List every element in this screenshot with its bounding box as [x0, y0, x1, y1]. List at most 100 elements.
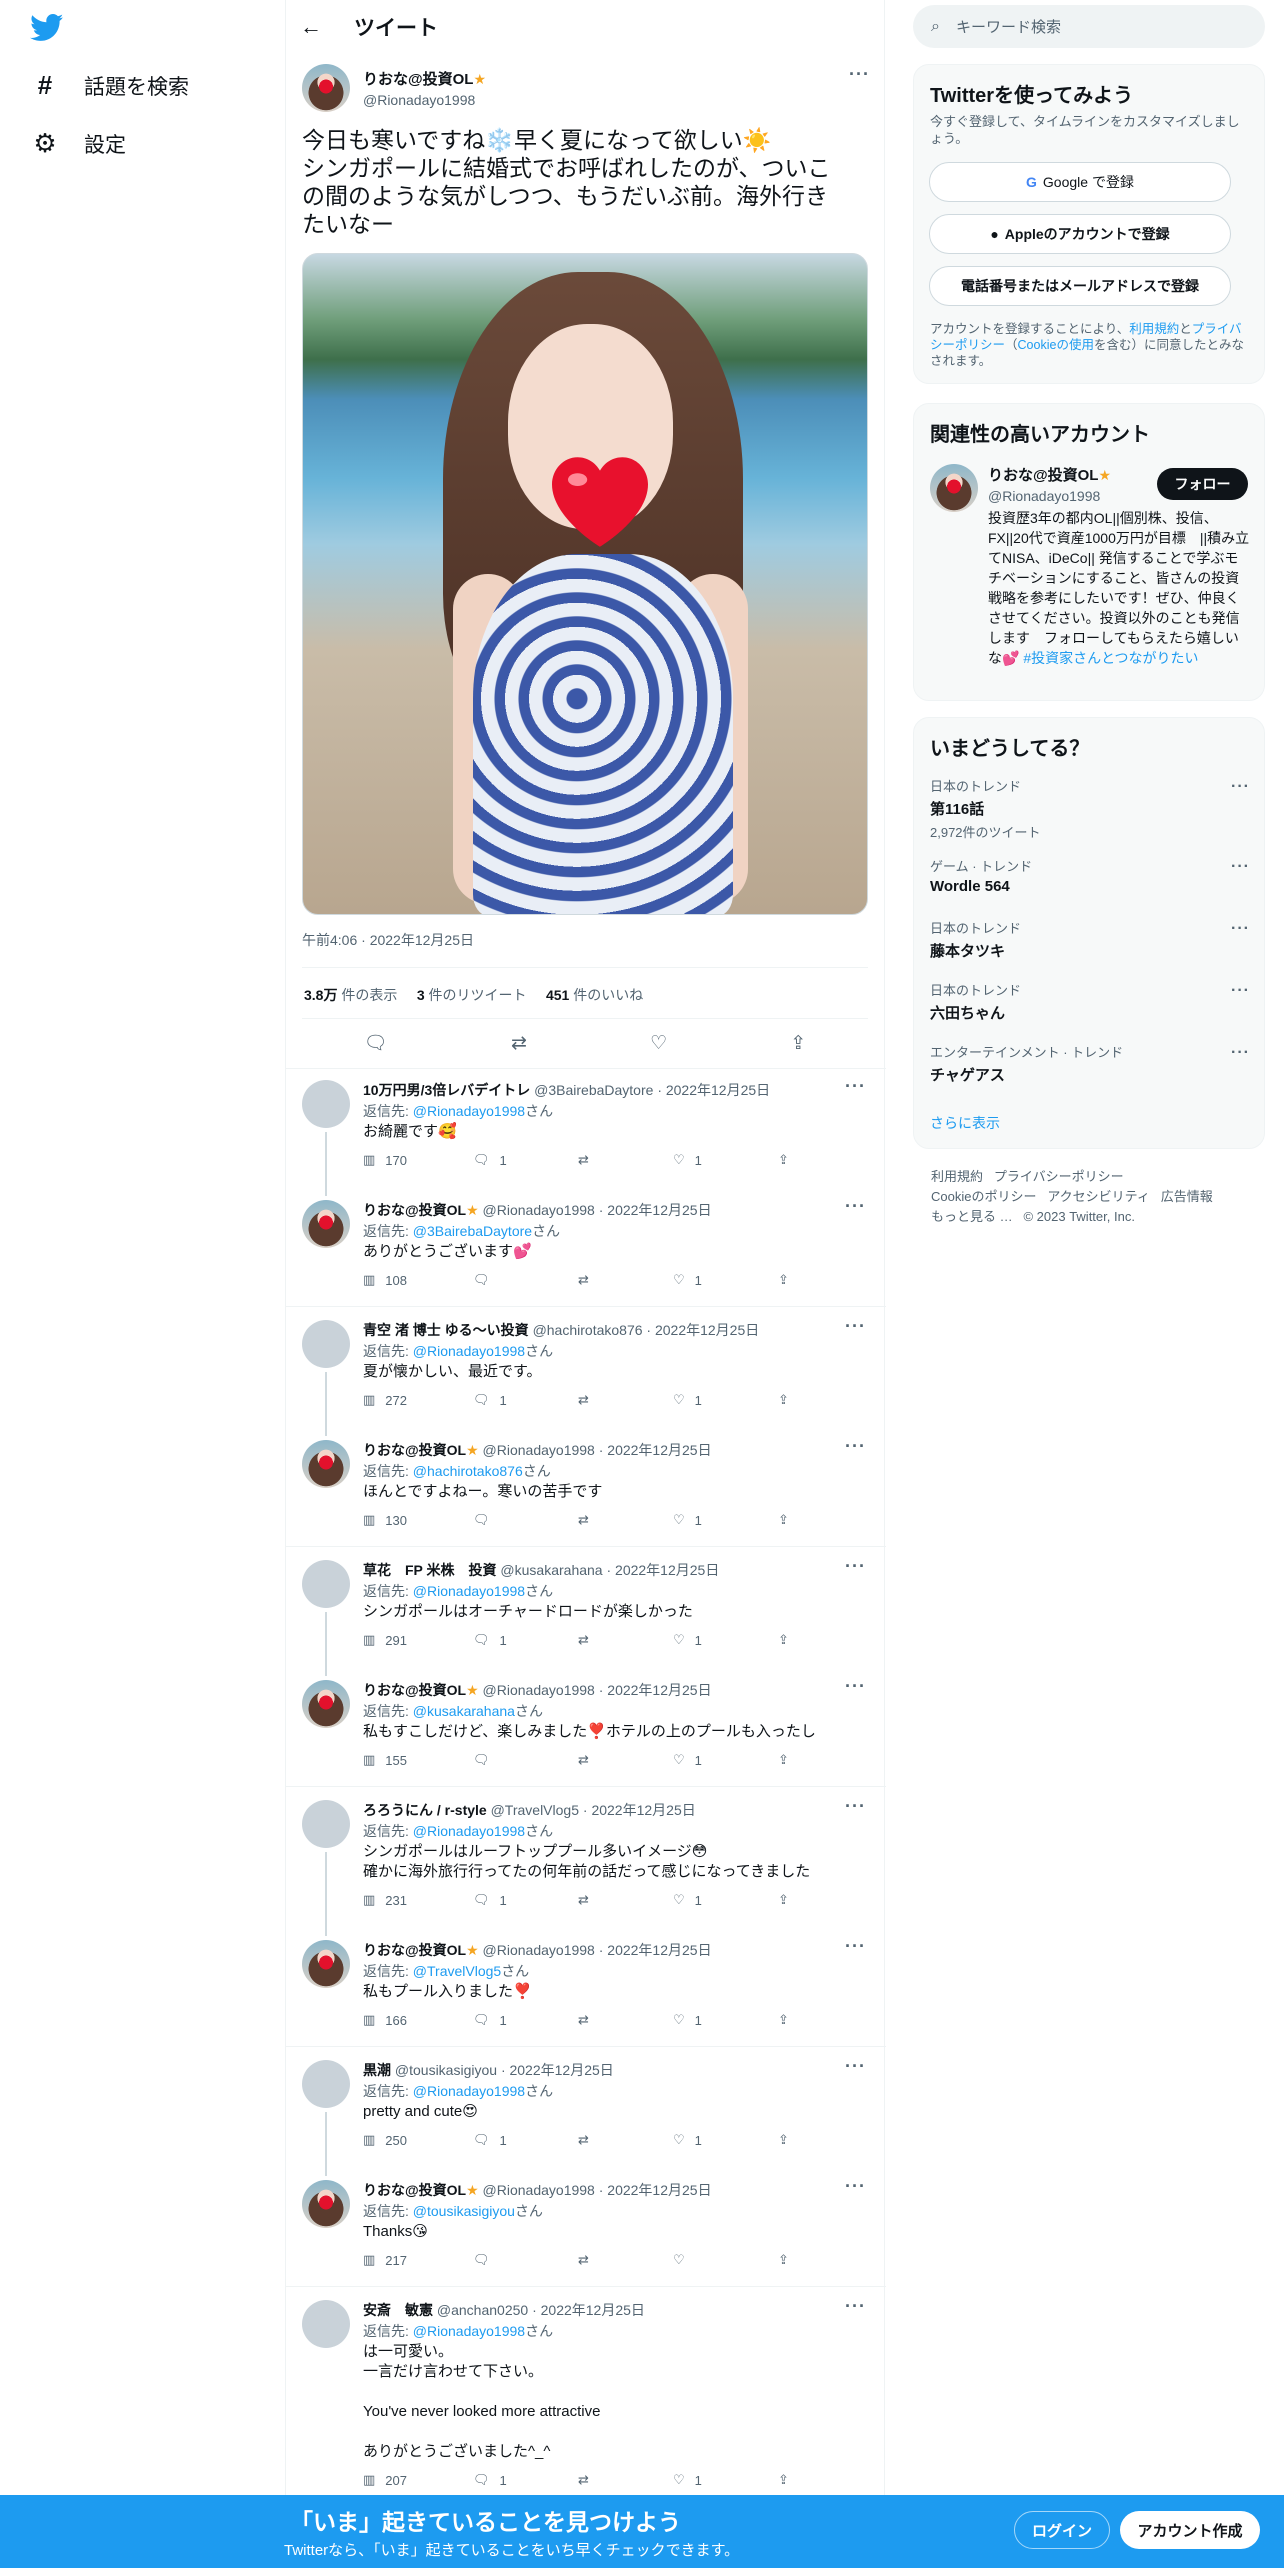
like-action[interactable]: ♡	[673, 2252, 778, 2268]
views-action[interactable]: ▥ 130	[363, 1512, 473, 1528]
footer-link[interactable]: 利用規約	[931, 1169, 983, 1184]
reply-to-link[interactable]: @hachirotako876	[413, 1463, 523, 1479]
share-action[interactable]: ⇪	[778, 1752, 789, 1768]
like-action[interactable]: ♡ 1	[673, 1392, 778, 1408]
footer-link[interactable]: 広告情報	[1161, 1189, 1213, 1204]
views-action[interactable]: ▥ 231	[363, 1892, 473, 1908]
more-options-icon[interactable]: ···	[845, 1076, 866, 1097]
reply-handle[interactable]: @3BairebaDaytore	[534, 1082, 653, 1098]
avatar[interactable]	[302, 64, 350, 112]
share-action[interactable]: ⇪	[778, 1512, 789, 1528]
avatar[interactable]	[302, 1200, 350, 1248]
views-action[interactable]: ▥ 170	[363, 1152, 473, 1168]
reply-date[interactable]: · 2022年12月25日	[606, 1562, 719, 1578]
avatar[interactable]	[302, 1320, 350, 1368]
like-action[interactable]: ♡ 1	[673, 1512, 778, 1528]
share-action[interactable]: ⇪	[778, 1392, 789, 1408]
share-action[interactable]: ⇪	[778, 1632, 789, 1648]
retweet-action[interactable]: ⇄	[578, 2132, 673, 2148]
footer-link[interactable]: Cookieのポリシー	[931, 1189, 1036, 1204]
reply-to-link[interactable]: @Rionadayo1998	[413, 2083, 525, 2099]
signup-button[interactable]: アカウント作成	[1120, 2511, 1260, 2549]
reply-date[interactable]: · 2022年12月25日	[532, 2302, 645, 2318]
footer-link[interactable]: アクセシビリティ	[1047, 1189, 1150, 1204]
footer-link[interactable]: プライバシーポリシー	[994, 1169, 1124, 1184]
more-options-icon[interactable]: ···	[845, 2296, 866, 2317]
more-options-icon[interactable]: ···	[845, 1316, 866, 1337]
retweet-count[interactable]: 3 件のリツイート	[417, 987, 527, 1003]
reply-action[interactable]: 🗨 1	[473, 2132, 578, 2148]
reply-date[interactable]: · 2022年12月25日	[501, 2062, 614, 2078]
reply-handle[interactable]: @Rionadayo1998	[483, 1682, 595, 1698]
reply-author[interactable]: 10万円男/3倍レバデイトレ	[363, 1082, 530, 1098]
more-options-icon[interactable]: ···	[1231, 858, 1250, 876]
like-action[interactable]: ♡ 1	[673, 1272, 778, 1288]
avatar[interactable]	[302, 1800, 350, 1848]
reply-action[interactable]: 🗨 1	[473, 1892, 578, 1908]
reply-date[interactable]: · 2022年12月25日	[599, 1202, 712, 1218]
more-options-icon[interactable]: ···	[845, 2056, 866, 2077]
phone-signup-button[interactable]: 電話番号またはメールアドレスで登録	[929, 266, 1231, 306]
reply-to-link[interactable]: @Rionadayo1998	[413, 1823, 525, 1839]
reply-author[interactable]: 黒潮	[363, 2062, 391, 2078]
reply-date[interactable]: · 2022年12月25日	[599, 1942, 712, 1958]
apple-signup-button[interactable]: ● Appleのアカウントで登録	[929, 214, 1231, 254]
like-action[interactable]: ♡ 1	[673, 2472, 778, 2488]
show-more-link[interactable]: さらに表示	[930, 1113, 1000, 1133]
avatar[interactable]	[302, 2060, 350, 2108]
reply-to-link[interactable]: @kusakarahana	[413, 1703, 515, 1719]
share-icon[interactable]: ⇪	[790, 1032, 806, 1055]
retweet-action[interactable]: ⇄	[578, 1392, 673, 1408]
reply-date[interactable]: · 2022年12月25日	[646, 1322, 759, 1338]
avatar[interactable]	[302, 1940, 350, 1988]
reply-author[interactable]: 青空 渚 博士 ゆる～い投資	[363, 1322, 529, 1338]
avatar[interactable]	[930, 464, 978, 512]
share-action[interactable]: ⇪	[778, 2252, 789, 2268]
search-box[interactable]: ⌕ キーワード検索	[913, 5, 1265, 48]
trend-item[interactable]: 日本のトレンド 藤本タツキ ···	[930, 918, 1250, 961]
views-action[interactable]: ▥ 108	[363, 1272, 473, 1288]
more-options-icon[interactable]: ···	[845, 1936, 866, 1957]
retweet-action[interactable]: ⇄	[578, 1512, 673, 1528]
login-button[interactable]: ログイン	[1014, 2511, 1110, 2549]
views-action[interactable]: ▥ 291	[363, 1632, 473, 1648]
footer-more-link[interactable]: もっと見る …	[931, 1209, 1013, 1224]
reply-author[interactable]: りおな@投資OL	[363, 1682, 466, 1698]
share-action[interactable]: ⇪	[778, 1892, 789, 1908]
views-count[interactable]: 3.8万 件の表示	[304, 987, 397, 1003]
share-action[interactable]: ⇪	[778, 2472, 789, 2488]
retweet-action[interactable]: ⇄	[578, 1272, 673, 1288]
retweet-icon[interactable]: ⇄	[511, 1032, 527, 1055]
avatar[interactable]	[302, 1680, 350, 1728]
reply-date[interactable]: · 2022年12月25日	[599, 1442, 712, 1458]
avatar[interactable]	[302, 1440, 350, 1488]
views-action[interactable]: ▥ 217	[363, 2252, 473, 2268]
share-action[interactable]: ⇪	[778, 2132, 789, 2148]
trend-item[interactable]: 日本のトレンド 六田ちゃん ···	[930, 980, 1250, 1023]
more-options-icon[interactable]: ···	[845, 1196, 866, 1217]
views-action[interactable]: ▥ 155	[363, 1752, 473, 1768]
reply-icon[interactable]: 🗨	[364, 1031, 388, 1055]
reply-handle[interactable]: @Rionadayo1998	[483, 2182, 595, 2198]
reply-date[interactable]: · 2022年12月25日	[583, 1802, 696, 1818]
more-options-icon[interactable]: ···	[845, 1676, 866, 1697]
retweet-action[interactable]: ⇄	[578, 1752, 673, 1768]
views-action[interactable]: ▥ 207	[363, 2472, 473, 2488]
follow-button[interactable]: フォロー	[1157, 468, 1248, 500]
twitter-bird-icon[interactable]	[30, 14, 64, 42]
tweet-author[interactable]: りおな@投資OL★ @Rionadayo1998	[363, 68, 486, 108]
retweet-action[interactable]: ⇄	[578, 2252, 673, 2268]
avatar[interactable]	[302, 2180, 350, 2228]
share-action[interactable]: ⇪	[778, 1272, 789, 1288]
more-options-icon[interactable]: ···	[1231, 982, 1250, 1000]
reply-action[interactable]: 🗨 1	[473, 1152, 578, 1168]
cookie-link[interactable]: Cookieの使用	[1018, 338, 1094, 352]
reply-date[interactable]: · 2022年12月25日	[599, 1682, 712, 1698]
more-options-icon[interactable]: ···	[1231, 778, 1250, 796]
nav-explore[interactable]: # 話題を検索	[32, 70, 189, 101]
related-account[interactable]: りおな@投資OL★ @Rionadayo1998	[988, 464, 1111, 504]
reply-author[interactable]: 安斎 敏憲	[363, 2302, 433, 2318]
reply-to-link[interactable]: @Rionadayo1998	[413, 1343, 525, 1359]
tweet-photo[interactable]	[302, 253, 868, 915]
retweet-action[interactable]: ⇄	[578, 1632, 673, 1648]
